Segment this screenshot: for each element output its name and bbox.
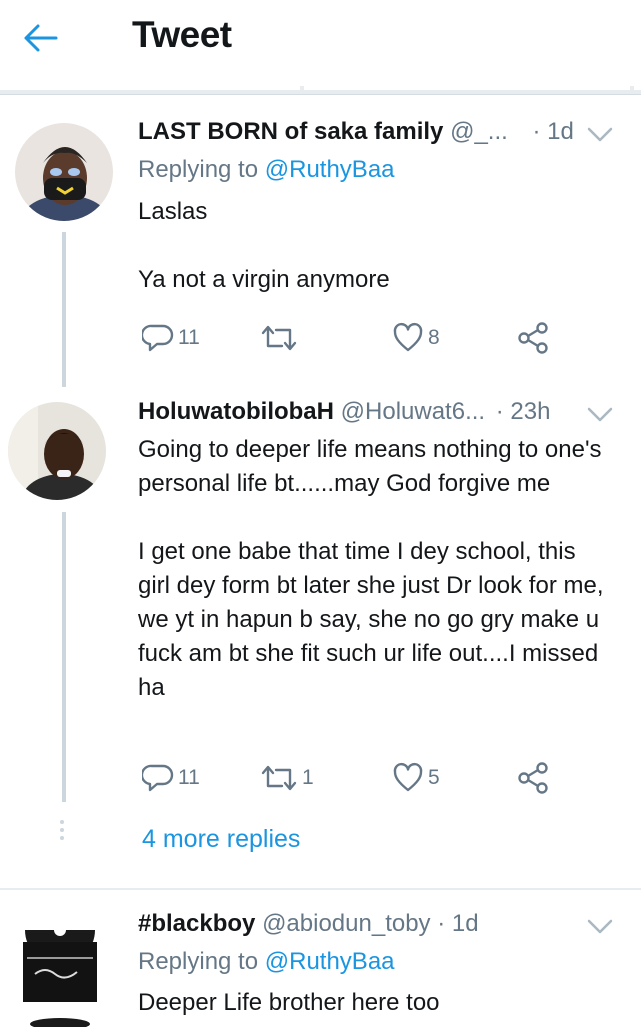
share-button[interactable] [516, 758, 550, 798]
tweet-header: HoluwatobilobaH @Holuwat6... · 23h [138, 398, 641, 432]
retweet-button[interactable] [260, 318, 302, 358]
tweet-text: Laslas Ya not a virgin anymore [138, 198, 390, 293]
reply-icon [142, 324, 174, 352]
avatar[interactable] [8, 402, 106, 500]
chevron-down-icon[interactable] [587, 402, 613, 430]
display-name[interactable]: HoluwatobilobaH [138, 398, 334, 425]
like-button[interactable]: 5 [392, 758, 440, 798]
header-divider [0, 90, 641, 95]
chevron-down-icon[interactable] [587, 122, 613, 150]
reply-count: 11 [178, 326, 200, 349]
retweet-count: 1 [302, 766, 314, 789]
username[interactable]: @Holuwat6... [341, 398, 485, 425]
tweet-header: LAST BORN of saka family @_... · 1d [138, 118, 641, 152]
share-icon [518, 762, 548, 794]
thread-line [62, 512, 66, 802]
avatar-image [15, 123, 113, 221]
share-icon [518, 322, 548, 354]
retweet-button[interactable]: 1 [260, 758, 314, 798]
thread-separator [0, 888, 641, 890]
reply-button[interactable]: 11 [142, 318, 200, 358]
replying-to-label: Replying to [138, 156, 265, 183]
reply-icon [142, 764, 174, 792]
heart-icon [393, 322, 423, 352]
thread-line [62, 232, 66, 387]
arrow-left-icon [24, 24, 58, 52]
tweet-text: Going to deeper life means nothing to on… [138, 436, 604, 701]
thread-more-dots [60, 820, 66, 844]
like-count: 5 [428, 766, 440, 789]
tweet-text: Deeper Life brother here too [138, 989, 440, 1016]
tweet-actions: 11 1 5 [138, 758, 568, 798]
replying-to: Replying to @RuthyBaa [138, 948, 395, 976]
like-count: 8 [428, 326, 440, 349]
timestamp[interactable]: · 1d [437, 910, 478, 937]
more-replies-link[interactable]: 4 more replies [142, 825, 300, 854]
replying-to-mention[interactable]: @RuthyBaa [265, 948, 395, 975]
heart-icon [393, 762, 423, 792]
retweet-icon [261, 765, 297, 791]
retweet-icon [261, 325, 297, 351]
timestamp[interactable]: · 1d [532, 118, 573, 145]
avatar-image [8, 402, 106, 500]
tweet-header: #blackboy @abiodun_toby · 1d [138, 910, 641, 944]
username[interactable]: @_... [450, 118, 508, 145]
display-name[interactable]: #blackboy [138, 910, 255, 937]
reply-button[interactable]: 11 [142, 758, 200, 798]
replying-to-mention[interactable]: @RuthyBaa [265, 156, 395, 183]
reply-count: 11 [178, 766, 200, 789]
avatar[interactable] [15, 912, 105, 1027]
chevron-down-icon[interactable] [587, 914, 613, 942]
avatar-image [15, 912, 105, 1027]
back-button[interactable] [18, 18, 62, 58]
like-button[interactable]: 8 [392, 318, 440, 358]
page-title: Tweet [132, 14, 232, 55]
replying-to-label: Replying to [138, 948, 265, 975]
timestamp[interactable]: · 23h [496, 398, 551, 425]
display-name[interactable]: LAST BORN of saka family [138, 118, 443, 145]
username[interactable]: @abiodun_toby [262, 910, 431, 937]
replying-to: Replying to @RuthyBaa [138, 156, 395, 184]
top-bar: Tweet [0, 0, 641, 86]
tweet-actions: 11 8 [138, 318, 568, 358]
avatar[interactable] [15, 123, 113, 221]
share-button[interactable] [516, 318, 550, 358]
